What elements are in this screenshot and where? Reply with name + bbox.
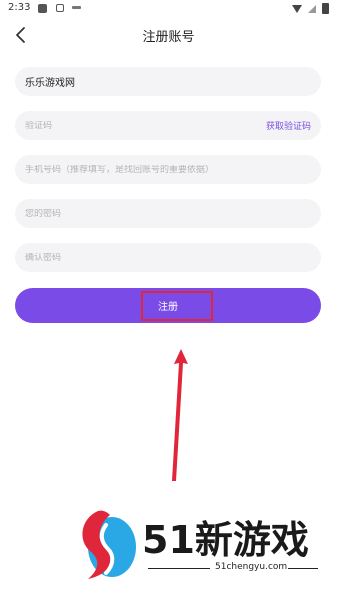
- watermark-brand: 51新游戏: [142, 518, 309, 562]
- code-field[interactable]: 获取验证码: [15, 111, 321, 140]
- game-name-field[interactable]: [15, 67, 321, 96]
- phone-field[interactable]: [15, 155, 321, 184]
- page-title: 注册账号: [142, 30, 195, 45]
- wifi-icon: [292, 4, 302, 13]
- watermark-logo: [82, 510, 136, 579]
- battery-icon: [322, 3, 329, 14]
- confirm-password-input[interactable]: [25, 252, 311, 263]
- annotation-arrow: [172, 349, 188, 481]
- password-input[interactable]: [25, 208, 311, 219]
- signal-icon: [308, 4, 316, 13]
- register-button-label: 注册: [158, 302, 178, 313]
- confirm-password-field[interactable]: [15, 243, 321, 272]
- keyboard-icon: [72, 6, 81, 9]
- phone-input[interactable]: [25, 164, 311, 175]
- header: 注册账号: [0, 22, 337, 50]
- watermark-rule-left: [148, 568, 210, 569]
- game-name-input[interactable]: [25, 76, 311, 87]
- get-code-button[interactable]: 获取验证码: [266, 119, 311, 132]
- status-indicators: [292, 3, 329, 14]
- status-time: 2:33: [8, 2, 31, 13]
- watermark-url: 51chengyu.com: [215, 562, 288, 572]
- register-button[interactable]: 注册: [15, 288, 321, 323]
- watermark-rule-right: [288, 568, 318, 569]
- password-field[interactable]: [15, 199, 321, 228]
- notification-icon: [38, 4, 47, 13]
- status-bar: 2:33: [0, 0, 337, 18]
- code-input[interactable]: [25, 120, 266, 131]
- media-icon: [56, 4, 64, 12]
- watermark: 51新游戏 51chengyu.com: [70, 505, 330, 590]
